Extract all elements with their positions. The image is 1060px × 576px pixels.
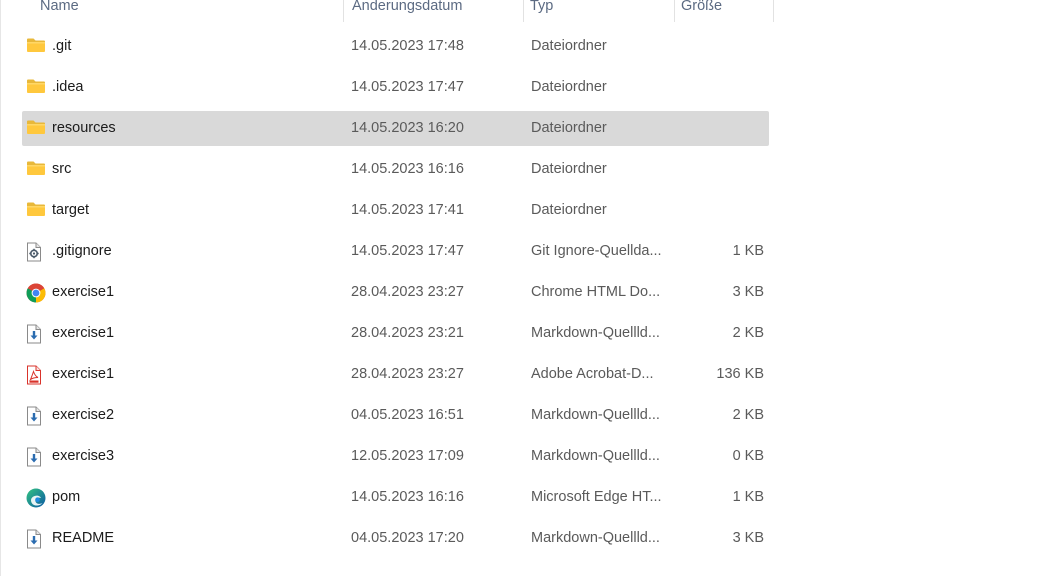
file-type: Dateiordner	[531, 120, 607, 136]
markdown-file-icon	[26, 521, 48, 556]
file-name: exercise1	[52, 284, 115, 300]
file-name: resources	[52, 120, 116, 136]
column-header-date[interactable]: Änderungsdatum	[346, 0, 524, 22]
file-type: Microsoft Edge HT...	[531, 489, 662, 505]
file-size	[672, 152, 764, 187]
file-name: .gitignore	[52, 243, 112, 259]
file-date: 14.05.2023 17:47	[351, 79, 464, 95]
file-type: Dateiordner	[531, 79, 607, 95]
file-size: 3 KB	[732, 284, 764, 300]
column-header-size[interactable]: Größe	[675, 0, 774, 22]
file-date: 14.05.2023 17:47	[351, 243, 464, 259]
file-name: exercise1	[52, 325, 115, 341]
file-date: 12.05.2023 17:09	[351, 448, 464, 464]
file-size: 2 KB	[732, 325, 764, 341]
file-row[interactable]: src 14.05.2023 16:16 Dateiordner	[22, 152, 769, 187]
file-date: 14.05.2023 16:16	[351, 161, 464, 177]
file-row[interactable]: .gitignore 14.05.2023 17:47 Git Ignore-Que…	[22, 234, 769, 269]
file-date: 28.04.2023 23:21	[351, 325, 464, 341]
edge-icon	[26, 480, 48, 515]
folder-icon	[26, 111, 48, 146]
file-row[interactable]: target 14.05.2023 17:41 Dateiordner	[22, 193, 769, 228]
file-size: 1 KB	[732, 489, 764, 505]
file-name: src	[52, 161, 72, 177]
file-type: Chrome HTML Do...	[531, 284, 661, 300]
file-row[interactable]: exercise2 04.05.2023 16:51 Markdown-Quelll…	[22, 398, 769, 433]
column-header-bar: Name Änderungsdatum Typ Größe	[0, 0, 780, 24]
file-date: 14.05.2023 16:16	[351, 489, 464, 505]
file-type: Markdown-Quellld...	[531, 407, 660, 423]
folder-icon	[26, 29, 48, 64]
file-name: pom	[52, 489, 81, 505]
file-size: 2 KB	[732, 407, 764, 423]
file-name: target	[52, 202, 90, 218]
file-row[interactable]: .git 14.05.2023 17:48 Dateiordner	[22, 29, 769, 64]
settings-file-icon	[26, 234, 48, 269]
file-size: 1 KB	[732, 243, 764, 259]
file-size: 3 KB	[732, 530, 764, 546]
window-left-border	[0, 0, 1, 576]
markdown-file-icon	[26, 439, 48, 474]
file-row[interactable]: exercise1 28.04.2023 23:21 Markdown-Quelll…	[22, 316, 769, 351]
file-date: 04.05.2023 17:20	[351, 530, 464, 546]
file-type: Dateiordner	[531, 161, 607, 177]
file-name: .git	[52, 38, 72, 54]
file-type: Markdown-Quellld...	[531, 448, 660, 464]
markdown-file-icon	[26, 398, 48, 433]
file-type: Dateiordner	[531, 202, 607, 218]
file-row[interactable]: exercise1 28.04.2023 23:27 Chrome HTML Do.…	[22, 275, 769, 310]
column-header-name[interactable]: Name	[34, 0, 344, 22]
file-type: Dateiordner	[531, 38, 607, 54]
folder-icon	[26, 193, 48, 228]
file-row[interactable]: .idea 14.05.2023 17:47 Dateiordner	[22, 70, 769, 105]
file-size	[672, 111, 764, 146]
column-header-type[interactable]: Typ	[524, 0, 675, 22]
file-row[interactable]: pom 14.05.2023 16:16 Microsoft Edge HT... 1…	[22, 480, 769, 515]
file-size	[672, 29, 764, 64]
file-row[interactable]: README 04.05.2023 17:20 Markdown-Quellld..…	[22, 521, 769, 556]
markdown-file-icon	[26, 316, 48, 351]
file-name: exercise2	[52, 407, 115, 423]
file-size: 0 KB	[732, 448, 764, 464]
file-date: 14.05.2023 17:41	[351, 202, 464, 218]
file-size	[672, 70, 764, 105]
file-size: 136 KB	[716, 366, 764, 382]
pdf-icon	[26, 357, 48, 392]
file-date: 28.04.2023 23:27	[351, 366, 464, 382]
file-name: exercise1	[52, 366, 115, 382]
file-name: .idea	[52, 79, 84, 95]
file-type: Git Ignore-Quellda...	[531, 243, 662, 259]
file-date: 14.05.2023 16:20	[351, 120, 464, 136]
file-type: Markdown-Quellld...	[531, 325, 660, 341]
file-name: exercise3	[52, 448, 115, 464]
folder-icon	[26, 70, 48, 105]
file-name: README	[52, 530, 115, 546]
file-date: 14.05.2023 17:48	[351, 38, 464, 54]
file-row[interactable]: exercise1 28.04.2023 23:27 Adobe Acrobat-D…	[22, 357, 769, 392]
file-date: 04.05.2023 16:51	[351, 407, 464, 423]
file-type: Markdown-Quellld...	[531, 530, 660, 546]
file-date: 28.04.2023 23:27	[351, 284, 464, 300]
folder-icon	[26, 152, 48, 187]
file-row[interactable]: resources 14.05.2023 16:20 Dateiordner	[22, 111, 769, 146]
chrome-icon	[26, 275, 48, 310]
file-type: Adobe Acrobat-D...	[531, 366, 654, 382]
file-size	[672, 193, 764, 228]
file-row[interactable]: exercise3 12.05.2023 17:09 Markdown-Quelll…	[22, 439, 769, 474]
file-list: .git 14.05.2023 17:48 Dateiordner .idea 14.0…	[22, 29, 769, 562]
